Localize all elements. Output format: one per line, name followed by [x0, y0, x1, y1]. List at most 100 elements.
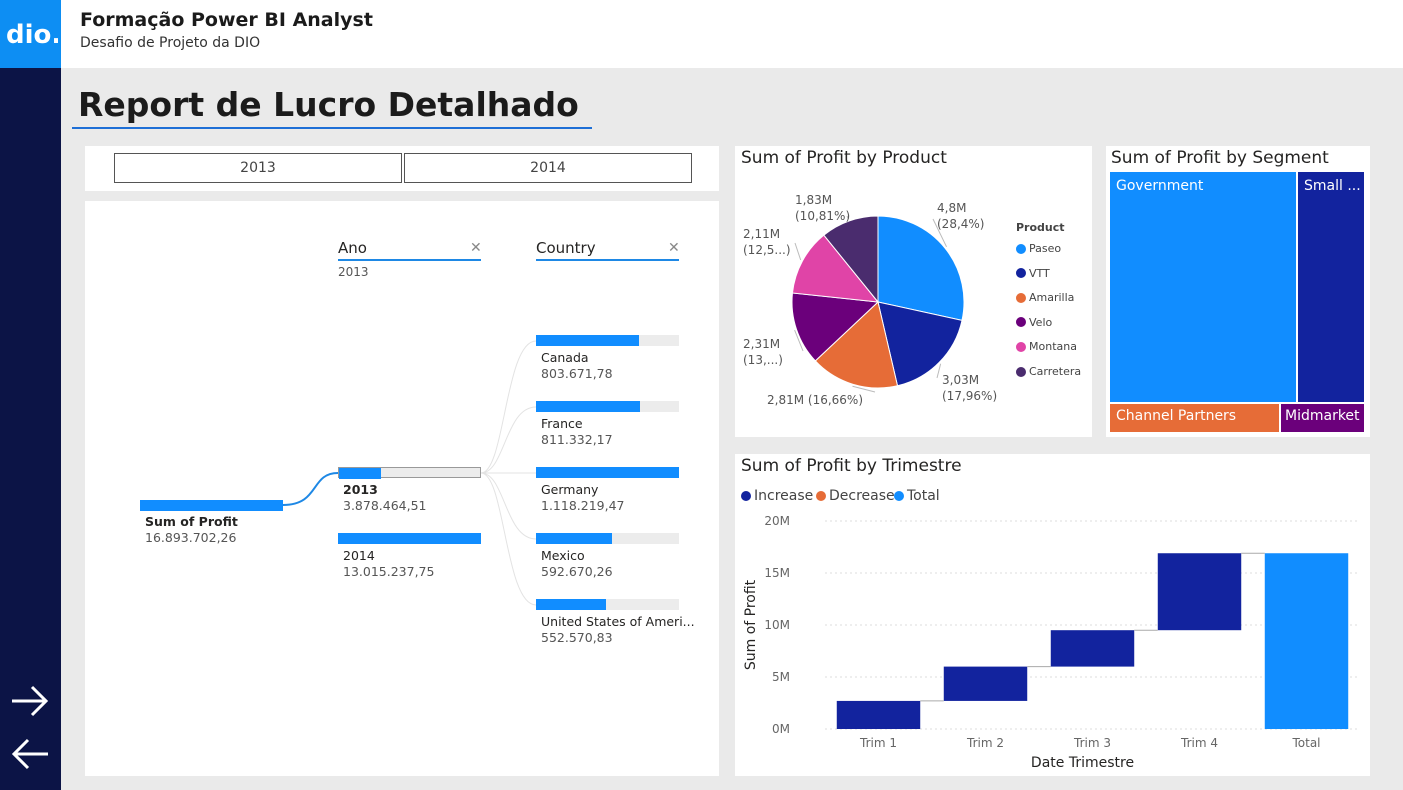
pie-pct-velo: (13,...)	[743, 353, 783, 367]
x-tick-label-trim-1: Trim 1	[859, 736, 897, 750]
y-tick-label: 5M	[772, 670, 790, 684]
pie-legend-label-vtt: VTT	[1029, 266, 1050, 280]
pie-legend-item-velo[interactable]: Velo	[1016, 316, 1052, 329]
waterfall-bar-trim-3[interactable]	[1050, 630, 1135, 667]
pie-legend-dot-carretera	[1016, 366, 1026, 377]
pie-legend-item-carretera[interactable]: Carretera	[1016, 365, 1081, 378]
pie-label-amarilla: 2,81M (16,66%)	[767, 393, 863, 407]
pie-legend-label-paseo: Paseo	[1029, 242, 1062, 255]
pie-legend-label-velo: Velo	[1029, 315, 1053, 329]
country-usa-bar[interactable]	[536, 599, 679, 610]
pie-legend-dot-amarilla	[1016, 292, 1026, 303]
level1-item-2013-value: 3.878.464,51	[343, 498, 427, 513]
level1-filter: 2013	[338, 265, 369, 279]
pie-legend-item-amarilla[interactable]: Amarilla	[1016, 291, 1074, 304]
arrow-left-icon[interactable]	[8, 734, 52, 774]
close-icon[interactable]: ✕	[470, 240, 482, 256]
connector-canada	[480, 340, 537, 474]
country-canada-fill	[536, 335, 639, 346]
y-axis-title: Sum of Profit	[743, 579, 759, 670]
level1-item-2014-value: 13.015.237,75	[343, 564, 435, 579]
x-axis-title: Date Trimestre	[1031, 755, 1134, 771]
x-tick-label-total: Total	[1291, 736, 1320, 750]
x-tick-label-trim-3: Trim 3	[1073, 736, 1111, 750]
pie-legend-dot-vtt	[1016, 268, 1026, 279]
connector-mexico	[480, 472, 537, 540]
x-tick-label-trim-4: Trim 4	[1180, 736, 1218, 750]
waterfall-card: Sum of Profit by Trimestre Increase Decr…	[735, 454, 1370, 776]
country-germany-label: Germany	[541, 482, 599, 497]
country-usa-value: 552.570,83	[541, 630, 613, 645]
country-canada-bar[interactable]	[536, 335, 679, 346]
pie-chart-card: Sum of Profit by Product 4,8M (28,4%) 3,03…	[735, 146, 1092, 437]
level1-item-2013-bar[interactable]	[338, 467, 481, 479]
level1-item-2014-fill	[338, 533, 481, 544]
pie-leader-montana	[794, 242, 802, 261]
connector-root-2013	[282, 472, 339, 506]
level2-header-line	[536, 259, 679, 261]
dio-logo-mark: dio.	[6, 20, 58, 49]
pie-pct-vtt: (17,96%)	[942, 389, 997, 403]
pie-legend-dot-paseo	[1016, 243, 1026, 254]
pie-label-vtt: 3,03M	[942, 373, 979, 387]
country-germany-value: 1.118.219,47	[541, 498, 625, 513]
treemap-tile-small-business[interactable]: Small ...	[1298, 172, 1364, 402]
waterfall-chart: 0M 5M 10M 15M 20M Trim 1 Trim 2 Trim 3 Trim 4 Tot…	[743, 514, 1360, 771]
pie-pct-paseo: (28,4%)	[937, 217, 984, 231]
dio-logo: dio.	[0, 0, 61, 68]
y-tick-label: 15M	[764, 566, 790, 580]
country-mexico-label: Mexico	[541, 548, 585, 563]
pie-legend-item-montana[interactable]: Montana	[1016, 340, 1077, 353]
waterfall-bar-trim-1[interactable]	[836, 700, 921, 729]
level1-header: Ano	[338, 239, 367, 257]
left-nav-bar	[0, 68, 61, 790]
close-icon[interactable]: ✕	[668, 240, 680, 256]
page-title: Report de Lucro Detalhado	[78, 85, 579, 124]
treemap-tile-channel-partners[interactable]: Channel Partners	[1110, 404, 1279, 432]
country-france-bar[interactable]	[536, 401, 679, 412]
pie-legend-title: Product	[1016, 221, 1065, 234]
country-mexico-fill	[536, 533, 612, 544]
treemap-card: Sum of Profit by Segment Government Smal…	[1106, 146, 1370, 437]
root-bar[interactable]	[140, 500, 283, 511]
level2-header: Country	[536, 239, 596, 257]
level1-item-2014-bar[interactable]	[338, 533, 481, 544]
slicer-button-2013[interactable]: 2013	[114, 153, 402, 183]
waterfall-bar-total[interactable]	[1264, 553, 1349, 729]
country-mexico-value: 592.670,26	[541, 564, 613, 579]
app-title: Formação Power BI Analyst	[80, 9, 373, 31]
pie-legend-label-montana: Montana	[1029, 340, 1077, 354]
pie-pct-carretera: (10,81%)	[795, 209, 850, 223]
treemap-title: Sum of Profit by Segment	[1111, 148, 1329, 168]
country-germany-bar[interactable]	[536, 467, 679, 478]
root-value: 16.893.702,26	[145, 530, 237, 545]
x-tick-label-trim-2: Trim 2	[966, 736, 1004, 750]
pie-leader-vtt	[936, 363, 942, 379]
pie-legend-label-carretera: Carretera	[1029, 365, 1082, 378]
arrow-right-icon[interactable]	[8, 681, 52, 721]
decomposition-connectors	[282, 340, 537, 606]
slicer-button-2014[interactable]: 2014	[404, 153, 692, 183]
y-tick-label: 20M	[764, 514, 790, 528]
country-mexico-bar[interactable]	[536, 533, 679, 544]
y-tick-label: 10M	[764, 618, 790, 632]
waterfall-bar-trim-2[interactable]	[943, 666, 1028, 701]
pie-legend-label-amarilla: Amarilla	[1029, 291, 1075, 305]
y-tick-label: 0M	[772, 722, 790, 736]
pie-legend-item-paseo[interactable]: Paseo	[1016, 242, 1061, 255]
pie-legend-dot-velo	[1016, 317, 1026, 328]
decomposition-tree: Sum of Profit 16.893.702,26 Ano ✕ 2013 2…	[85, 201, 719, 776]
treemap-tile-government[interactable]: Government	[1110, 172, 1296, 402]
root-label: Sum of Profit	[145, 514, 238, 529]
level1-item-2013-label: 2013	[343, 482, 378, 497]
app-header: dio. Formação Power BI Analyst Desafio d…	[0, 0, 1403, 68]
treemap-tile-midmarket[interactable]: Midmarket	[1281, 404, 1364, 432]
country-canada-value: 803.671,78	[541, 366, 613, 381]
level1-item-2014-label: 2014	[343, 548, 375, 563]
country-france-value: 811.332,17	[541, 432, 613, 447]
country-usa-label: United States of Ameri...	[541, 614, 695, 629]
pie-legend-item-vtt[interactable]: VTT	[1016, 267, 1050, 280]
waterfall-bar-trim-4[interactable]	[1157, 553, 1242, 631]
pie-label-carretera: 1,83M	[795, 193, 832, 207]
country-usa-fill	[536, 599, 607, 610]
